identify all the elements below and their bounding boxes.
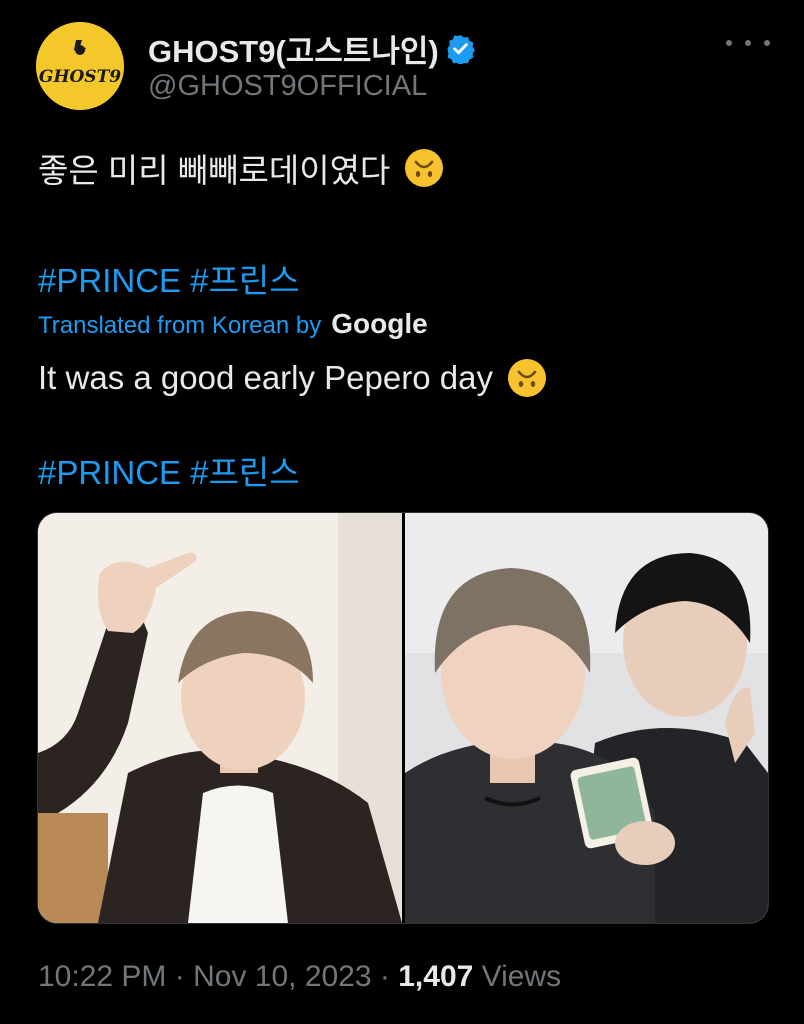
hashtag-link[interactable]: #프린스 (190, 262, 299, 299)
more-dot (745, 40, 751, 46)
upside-down-face-emoji (404, 148, 444, 188)
hashtag-link[interactable]: #PRINCE (38, 454, 181, 491)
photo-right[interactable] (405, 513, 768, 923)
verified-badge-icon (445, 33, 476, 66)
photo-left[interactable] (38, 513, 402, 923)
views-label: Views (481, 960, 562, 993)
meta-separator: · (371, 960, 399, 993)
hashtag-link[interactable]: #프린스 (190, 454, 299, 491)
display-name[interactable]: GHOST9(고스트나인) (148, 26, 476, 71)
tweet-hashtags: #PRINCE #프린스 (38, 254, 300, 302)
tweet-text: 좋은 미리 빼빼로데이였다 (38, 144, 444, 192)
hashtag-link[interactable]: #PRINCE (38, 262, 181, 299)
more-dot (726, 40, 732, 46)
tweet-date[interactable]: Nov 10, 2023 (193, 960, 371, 993)
tweet-text-content: 좋은 미리 빼빼로데이였다 (38, 152, 391, 189)
avatar[interactable]: GHOST9 (36, 22, 124, 110)
translated-hashtags: #PRINCE #프린스 (38, 446, 300, 494)
user-handle[interactable]: @GHOST9OFFICIAL (148, 70, 427, 103)
translation-label: Translated from Korean by (38, 312, 322, 339)
more-dot (764, 40, 770, 46)
upside-down-face-emoji (507, 358, 547, 398)
media-grid (37, 512, 769, 924)
views-count: 1,407 (398, 960, 474, 993)
more-options-icon[interactable] (726, 28, 770, 58)
translated-text: It was a good early Pepero day (38, 358, 547, 398)
tweet-time[interactable]: 10:22 PM (38, 960, 166, 993)
tweet-meta: 10:22 PM · Nov 10, 2023 · 1,407 Views (38, 960, 561, 994)
meta-separator: · (166, 960, 194, 993)
avatar-logo: GHOST9 (36, 22, 124, 110)
avatar-text: GHOST9 (39, 67, 121, 87)
display-name-text: GHOST9(고스트나인) (148, 34, 439, 69)
translated-text-content: It was a good early Pepero day (38, 359, 493, 396)
translation-attribution[interactable]: Translated from Korean by Google (38, 308, 428, 340)
google-logo: Google (331, 308, 428, 339)
